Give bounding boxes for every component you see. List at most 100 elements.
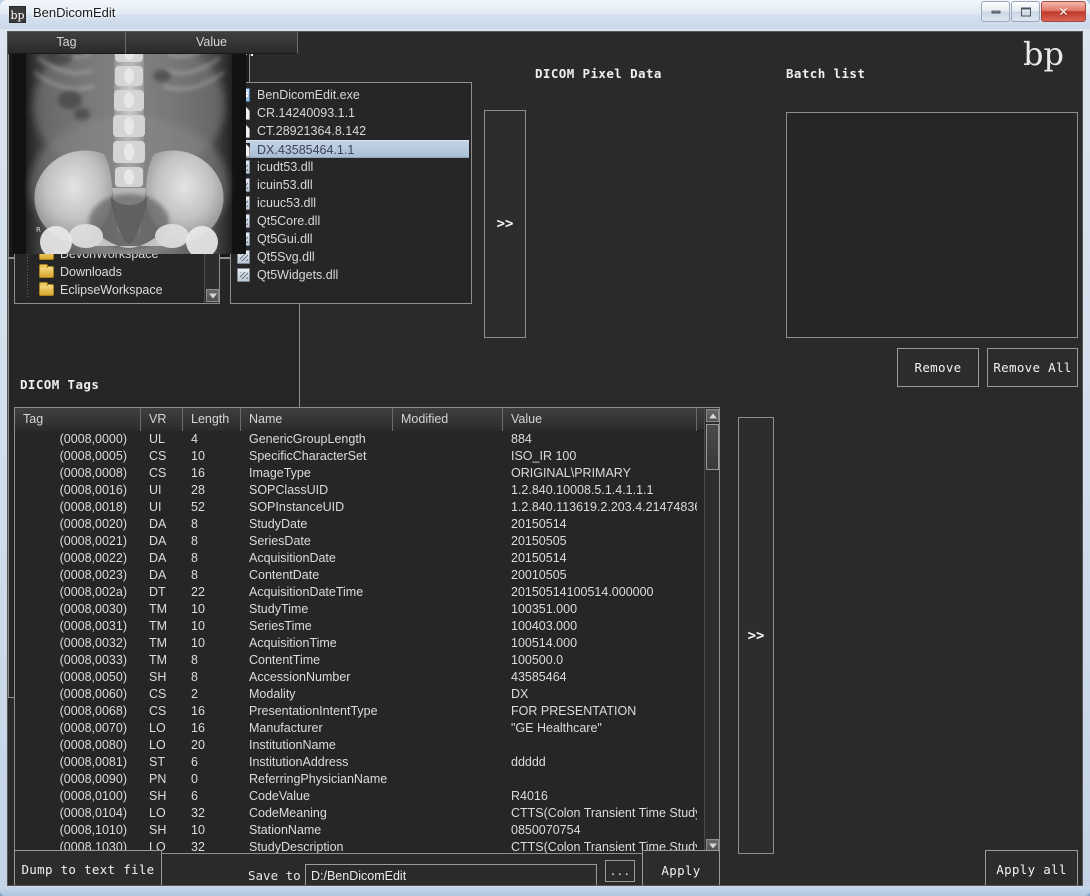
table-row[interactable]: (0008,0104)LO32CodeMeaning CTTS(Colon Tr… xyxy=(15,805,704,822)
tree-guide-line xyxy=(27,263,28,281)
table-row[interactable]: (0008,0021)DA8SeriesDate 20150505 xyxy=(15,533,704,550)
column-header[interactable]: VR xyxy=(141,408,183,431)
close-button[interactable]: ✕ xyxy=(1041,1,1086,22)
column-header[interactable]: Tag xyxy=(15,408,141,431)
file-list-item[interactable]: icuuc53.dll xyxy=(233,194,469,212)
file-list-item[interactable]: BenDicomEdit.exe xyxy=(233,86,469,104)
table-cell: StudyTime xyxy=(241,601,393,618)
save-path-input[interactable] xyxy=(305,864,597,886)
column-header[interactable]: Modified xyxy=(393,408,503,431)
table-cell: Manufacturer xyxy=(241,720,393,737)
table-row[interactable]: (0008,0005)CS10SpecificCharacterSet ISO_… xyxy=(15,448,704,465)
table-cell: AcquisitionDate xyxy=(241,550,393,567)
remove-button[interactable]: Remove xyxy=(897,348,979,387)
column-header[interactable]: Tag xyxy=(8,32,126,54)
maximize-button[interactable] xyxy=(1011,1,1040,22)
table-row[interactable]: (0008,1010)SH10StationName 0850070754 xyxy=(15,822,704,839)
dicom-tags-body[interactable]: (0008,0000)UL4GenericGroupLength 884(000… xyxy=(15,431,704,853)
table-cell xyxy=(393,652,503,669)
browse-button[interactable]: ... xyxy=(605,860,635,882)
dll-icon xyxy=(237,268,250,282)
file-name-label: icudt53.dll xyxy=(257,160,313,174)
table-row[interactable]: (0008,0000)UL4GenericGroupLength 884 xyxy=(15,431,704,448)
table-cell xyxy=(393,584,503,601)
table-row[interactable]: (0008,0090)PN0ReferringPhysicianName xyxy=(15,771,704,788)
table-cell xyxy=(393,669,503,686)
table-cell: (0008,0030) xyxy=(15,601,141,618)
table-cell: (0008,0050) xyxy=(15,669,141,686)
table-row[interactable]: (0008,002a)DT22AcquisitionDateTime 20150… xyxy=(15,584,704,601)
table-row[interactable]: (0008,0016)UI28SOPClassUID 1.2.840.10008… xyxy=(15,482,704,499)
table-row[interactable]: (0008,0033)TM8ContentTime 100500.0 xyxy=(15,652,704,669)
column-header[interactable]: Value xyxy=(126,32,298,54)
tree-item[interactable]: Downloads xyxy=(15,263,204,281)
column-header[interactable]: Name xyxy=(241,408,393,431)
batch-list-panel[interactable] xyxy=(786,112,1078,338)
table-cell: 10 xyxy=(183,448,241,465)
dump-to-text-file-button[interactable]: Dump to text file xyxy=(14,850,162,886)
file-list-item[interactable]: CR.14240093.1.1 xyxy=(233,104,469,122)
file-list-item[interactable]: Qt5Svg.dll xyxy=(233,248,469,266)
file-list-item[interactable]: DX.43585464.1.1 xyxy=(233,140,469,158)
title-bar[interactable]: bp BenDicomEdit ✕ xyxy=(0,0,1090,29)
window-controls: ✕ xyxy=(980,1,1086,22)
table-row[interactable]: (0008,0023)DA8ContentDate 20010505 xyxy=(15,567,704,584)
table-row[interactable]: (0008,0081)ST6InstitutionAddress ddddd xyxy=(15,754,704,771)
table-row[interactable]: (0008,0018)UI52SOPInstanceUID 1.2.840.11… xyxy=(15,499,704,516)
label-dicom-tags: DICOM Tags xyxy=(20,377,99,392)
tree-item[interactable]: EclipseWorkspace xyxy=(15,281,204,299)
file-list-item[interactable]: Qt5Core.dll xyxy=(233,212,469,230)
column-header[interactable]: Length xyxy=(183,408,241,431)
file-name-label: Qt5Core.dll xyxy=(257,214,320,228)
table-row[interactable]: (0008,0022)DA8AcquisitionDate 20150514 xyxy=(15,550,704,567)
apply-all-button[interactable]: Apply all xyxy=(985,850,1078,886)
table-cell: AcquisitionTime xyxy=(241,635,393,652)
add-to-batch-button[interactable]: >> xyxy=(484,110,526,338)
table-cell: TM xyxy=(141,618,183,635)
column-header[interactable]: Value xyxy=(503,408,697,431)
table-cell xyxy=(393,686,503,703)
table-cell xyxy=(503,737,697,754)
tags-scrollbar[interactable] xyxy=(704,408,719,853)
table-row[interactable]: (0008,0030)TM10StudyTime 100351.000 xyxy=(15,601,704,618)
file-list-item[interactable]: icudt53.dll xyxy=(233,158,469,176)
file-list[interactable]: BenDicomEdit.exeCR.14240093.1.1 CT.289213… xyxy=(230,82,472,304)
tree-scroll-down-button[interactable] xyxy=(206,289,219,302)
dicom-tags-table[interactable]: TagVRLengthNameModifiedValue (0008,0000)… xyxy=(14,407,720,854)
tags-scroll-up-button[interactable] xyxy=(706,409,719,422)
file-name-label: CT.28921364.8.142 xyxy=(257,124,366,138)
table-cell xyxy=(393,448,503,465)
table-cell: 0850070754 xyxy=(503,822,697,839)
table-row[interactable]: (0008,0031)TM10SeriesTime 100403.000 xyxy=(15,618,704,635)
table-row[interactable]: (0008,0070)LO16Manufacturer "GE Healthca… xyxy=(15,720,704,737)
table-cell: (0008,0021) xyxy=(15,533,141,550)
table-row[interactable]: (0008,0008)CS16ImageType ORIGINAL\PRIMAR… xyxy=(15,465,704,482)
tags-scrollbar-thumb[interactable] xyxy=(706,424,719,470)
table-cell: 32 xyxy=(183,839,241,853)
table-row[interactable]: (0008,0020)DA8StudyDate 20150514 xyxy=(15,516,704,533)
table-cell xyxy=(393,431,503,448)
table-cell xyxy=(393,805,503,822)
table-cell: 6 xyxy=(183,754,241,771)
table-cell: TM xyxy=(141,601,183,618)
table-cell: 8 xyxy=(183,533,241,550)
table-cell: InstitutionName xyxy=(241,737,393,754)
table-row[interactable]: (0008,0060)CS2Modality DX xyxy=(15,686,704,703)
file-name-label: DX.43585464.1.1 xyxy=(257,143,354,157)
table-cell: (0008,0005) xyxy=(15,448,141,465)
minimize-button[interactable] xyxy=(981,1,1010,22)
file-list-item[interactable]: Qt5Widgets.dll xyxy=(233,266,469,284)
file-list-item[interactable]: icuin53.dll xyxy=(233,176,469,194)
remove-all-button[interactable]: Remove All xyxy=(987,348,1078,387)
table-row[interactable]: (0008,0068)CS16PresentationIntentType FO… xyxy=(15,703,704,720)
apply-button[interactable]: Apply xyxy=(642,850,720,886)
table-cell: AcquisitionDateTime xyxy=(241,584,393,601)
file-list-item[interactable]: CT.28921364.8.142 xyxy=(233,122,469,140)
table-row[interactable]: (0008,0032)TM10AcquisitionTime 100514.00… xyxy=(15,635,704,652)
table-row[interactable]: (0008,0050)SH8AccessionNumber 43585464 xyxy=(15,669,704,686)
table-row[interactable]: (0008,0080)LO20InstitutionName xyxy=(15,737,704,754)
table-row[interactable]: (0008,0100)SH6CodeValue R4016 xyxy=(15,788,704,805)
file-list-item[interactable]: Qt5Gui.dll xyxy=(233,230,469,248)
table-cell xyxy=(393,516,503,533)
add-tag-to-edit-button[interactable]: >> xyxy=(738,417,774,854)
